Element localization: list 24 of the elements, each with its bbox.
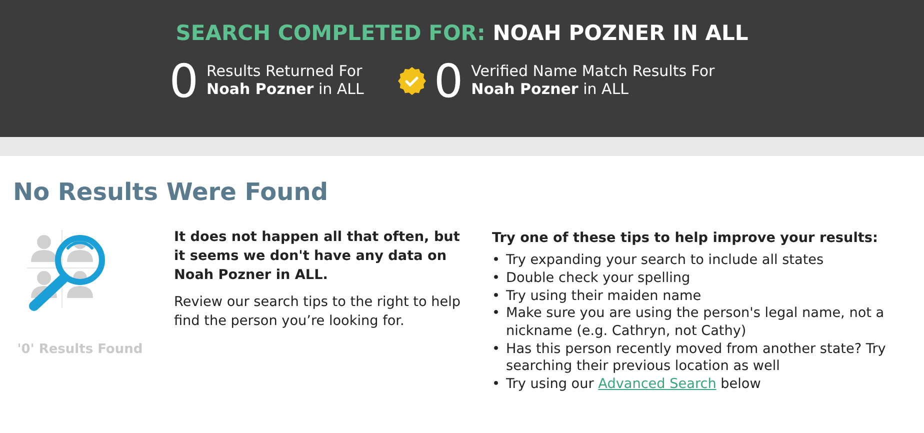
- tip-item: Make sure you are using the person's legal name, not a nickname (e.g. Cathryn, not Cathy): [506, 305, 886, 341]
- tip-item: Try using their maiden name: [506, 288, 702, 306]
- stat-detail: Noah Pozner in ALL: [471, 80, 630, 98]
- result-count: 0: [434, 58, 464, 104]
- search-tips-hint: Review our search tips to the right to help find the person you’re looking for.: [174, 293, 462, 332]
- search-query: NOAH POZNER IN ALL: [492, 21, 748, 45]
- bullet: •: [492, 305, 502, 324]
- stat-label: Verified Name Match Results For: [471, 63, 715, 80]
- bullet: •: [492, 376, 502, 394]
- no-results-heading: No Results Were Found: [13, 177, 330, 208]
- tips-heading: Try one of these tips to help improve your results:: [492, 229, 879, 248]
- stat-label: Results Returned For: [206, 63, 364, 80]
- bullet: •: [492, 252, 502, 270]
- stat-detail: Noah Pozner in ALL: [206, 80, 364, 98]
- tip-item: Double check your spelling: [506, 270, 690, 288]
- bullet: •: [492, 340, 502, 359]
- bullet: •: [492, 270, 502, 288]
- result-count: 0: [169, 58, 199, 104]
- advanced-search-link[interactable]: Advanced Search: [598, 376, 716, 392]
- header-label: SEARCH COMPLETED FOR:: [176, 21, 486, 45]
- tip-item: Try expanding your search to include all states: [506, 252, 824, 270]
- tip-item: Try using our Advanced Search below: [506, 376, 761, 394]
- bullet: •: [492, 288, 502, 306]
- no-data-message: It does not happen all that often, but it seems we don't have any data on Noah Pozner in ALL.: [174, 228, 461, 286]
